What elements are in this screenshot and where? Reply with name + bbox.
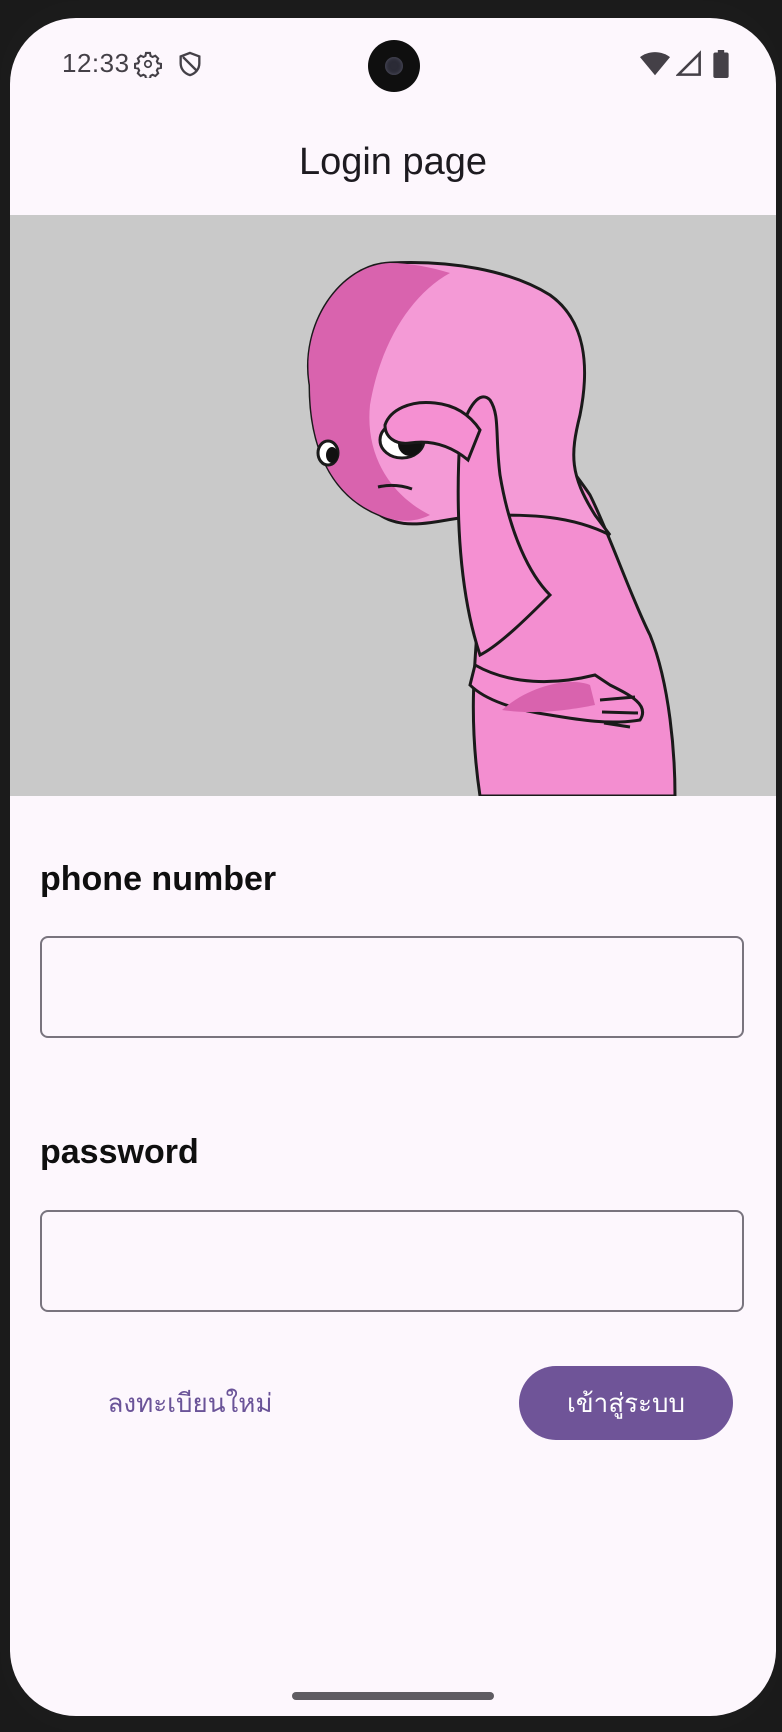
- status-bar: 12:33: [10, 18, 776, 114]
- battery-icon: [712, 50, 730, 78]
- password-input[interactable]: [40, 1210, 744, 1312]
- phone-number-input[interactable]: [40, 936, 744, 1038]
- screen: 12:33 Login page phone number password ล…: [10, 18, 776, 1716]
- login-button-label: เข้าสู่ระบบ: [566, 1388, 686, 1419]
- app-bar: Login page: [10, 114, 776, 210]
- front-camera: [368, 40, 420, 92]
- shield-icon: [176, 50, 204, 78]
- register-button-label: ลงทะเบียนใหม่: [107, 1388, 273, 1419]
- login-button[interactable]: เข้าสู่ระบบ: [519, 1366, 733, 1440]
- home-indicator[interactable]: [292, 1692, 494, 1700]
- password-label: password: [40, 1133, 199, 1171]
- wifi-icon: [640, 50, 670, 78]
- page-title: Login page: [298, 140, 488, 183]
- register-button[interactable]: ลงทะเบียนใหม่: [80, 1366, 300, 1440]
- device-frame: 12:33 Login page phone number password ล…: [0, 0, 782, 1732]
- status-time: 12:33: [62, 48, 130, 78]
- gear-icon: [134, 50, 162, 80]
- signal-icon: [675, 50, 702, 78]
- hero-image: [10, 215, 776, 796]
- pink-cartoon-illustration: [10, 215, 776, 796]
- phone-number-label: phone number: [40, 860, 277, 898]
